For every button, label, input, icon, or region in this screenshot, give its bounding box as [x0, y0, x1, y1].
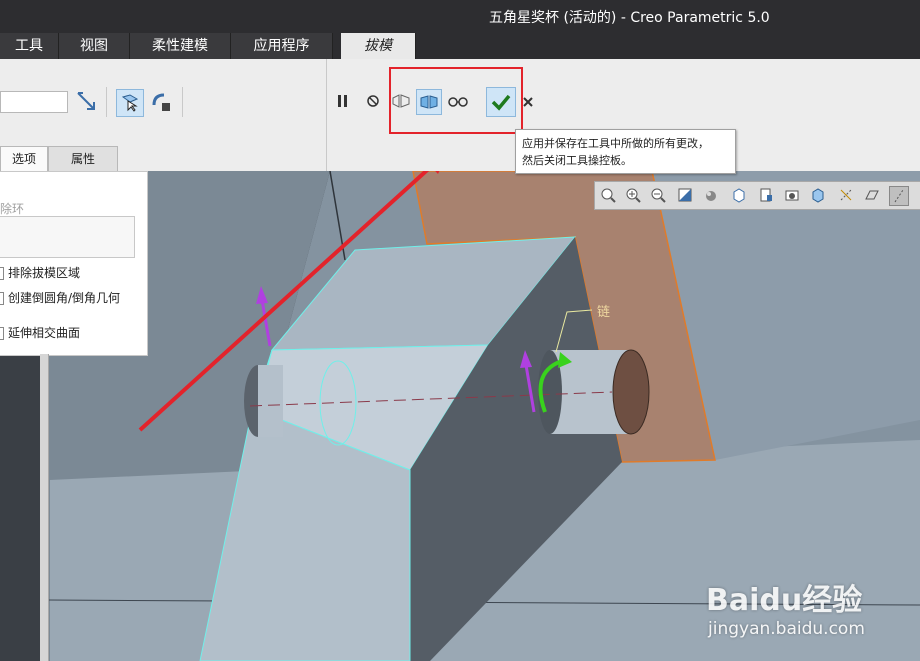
saved-orientations-icon[interactable] — [730, 186, 748, 204]
stop-icon[interactable] — [364, 92, 382, 110]
watermark-url: jingyan.baidu.com — [708, 619, 865, 639]
panel-tab-label: 选项 — [11, 152, 36, 166]
annotation-highlight-box — [389, 67, 523, 134]
ribbon-tab-bar: 工具 视图 柔性建模 应用程序 拔模 — [0, 33, 920, 59]
perspective-view-icon[interactable] — [783, 186, 801, 204]
select-surface-icon[interactable] — [116, 89, 144, 117]
tab-view[interactable]: 视图 — [59, 33, 130, 59]
tab-applications[interactable]: 应用程序 — [231, 33, 333, 59]
tab-label: 视图 — [80, 38, 108, 54]
zoom-in-icon[interactable] — [624, 186, 642, 204]
tab-label: 应用程序 — [253, 38, 310, 54]
exclude-area-checkbox[interactable] — [0, 267, 4, 280]
tab-label: 柔性建模 — [152, 38, 208, 54]
exclude-area-label: 排除拔模区域 — [8, 266, 81, 280]
watermark-brand: Baidu经验 — [706, 583, 863, 618]
datum-display-icon[interactable] — [837, 186, 855, 204]
tab-tools[interactable]: 工具 — [0, 33, 59, 59]
tooltip-line-2: 然后关闭工具操控板。 — [522, 154, 632, 167]
panel-tab-options[interactable]: 选项 — [0, 146, 48, 172]
extend-surfaces-label: 延伸相交曲面 — [8, 326, 81, 340]
panel-tab-properties[interactable]: 属性 — [48, 146, 118, 172]
extend-surfaces-checkbox[interactable] — [0, 327, 4, 340]
tooltip-line-1: 应用并保存在工具中所做的所有更改， — [522, 137, 709, 150]
display-style-icon[interactable] — [702, 186, 720, 204]
pause-icon[interactable] — [334, 91, 352, 111]
tab-draft[interactable]: 拔模 — [341, 33, 416, 59]
section-icon[interactable] — [809, 186, 827, 204]
plane-display-icon[interactable] — [863, 186, 881, 204]
create-round-label: 创建倒圆角/倒角几何 — [8, 291, 121, 305]
options-panel: 除环 排除拔模区域 创建倒圆角/倒角几何 延伸相交曲面 — [0, 171, 148, 356]
draft-hinge-input[interactable] — [0, 91, 68, 113]
view-toolbar — [594, 181, 920, 210]
tab-label: 工具 — [15, 38, 43, 54]
view-manager-icon[interactable] — [757, 186, 775, 204]
refit-icon[interactable] — [599, 186, 617, 204]
zoom-out-icon[interactable] — [649, 186, 667, 204]
panel-tab-label: 属性 — [70, 152, 95, 166]
split-option-icon[interactable] — [148, 89, 174, 115]
exclude-loops-collector[interactable] — [0, 216, 135, 258]
exclude-loops-label: 除环 — [0, 202, 25, 216]
window-title: 五角星奖杯 (活动的) - Creo Parametric 5.0 — [489, 10, 770, 26]
panel-scroll-strip — [40, 354, 49, 661]
flip-direction-icon[interactable] — [74, 89, 98, 113]
tab-label: 拔模 — [364, 38, 392, 54]
title-bar: 五角星奖杯 (活动的) - Creo Parametric 5.0 — [0, 0, 920, 33]
repaint-icon[interactable] — [676, 186, 694, 204]
chain-label: 链 — [597, 305, 611, 320]
create-round-checkbox[interactable] — [0, 292, 4, 305]
ok-button-tooltip: 应用并保存在工具中所做的所有更改， 然后关闭工具操控板。 — [515, 129, 736, 174]
tab-flexible-modeling[interactable]: 柔性建模 — [130, 33, 231, 59]
axis-display-icon[interactable] — [889, 186, 909, 206]
